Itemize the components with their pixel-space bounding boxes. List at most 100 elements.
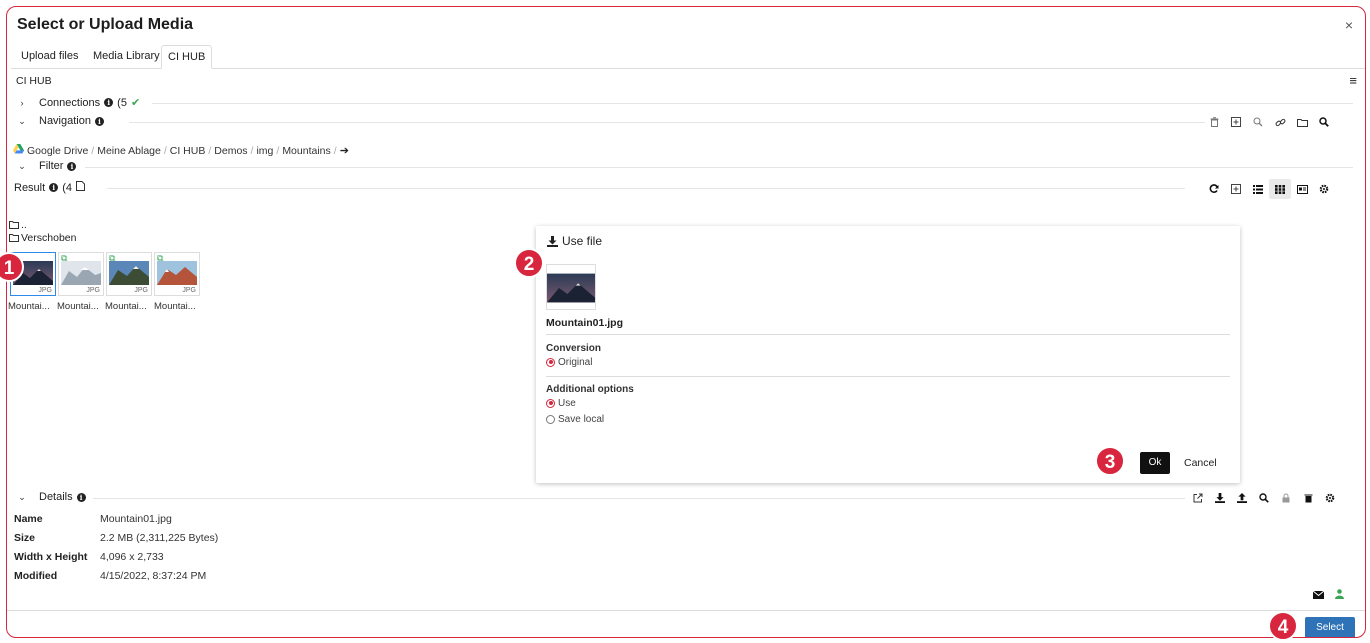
file-name: Mountain01.jpg [546, 317, 623, 329]
chevron-down-icon: ⌄ [18, 160, 26, 171]
cihub-heading: CI HUB [16, 75, 52, 87]
trash-icon[interactable] [1203, 112, 1225, 132]
trash-icon[interactable] [1297, 488, 1319, 508]
divider [85, 167, 1353, 168]
navigation-section[interactable]: ⌄ Navigation i [17, 115, 104, 127]
ok-button[interactable]: Ok [1140, 452, 1170, 474]
details-label: Details [39, 491, 73, 503]
chevron-down-icon: ⌄ [18, 115, 26, 126]
card-view-icon[interactable] [1291, 179, 1313, 199]
radio-selected-icon [546, 357, 555, 367]
info-icon: i [76, 492, 86, 502]
dialog-header: Use file [547, 234, 602, 248]
dialog-title: Select or Upload Media [17, 16, 194, 33]
zoom-in-icon[interactable] [1253, 488, 1275, 508]
upload-icon[interactable] [1231, 488, 1253, 508]
list-view-icon[interactable] [1247, 179, 1269, 199]
close-icon[interactable]: × [1345, 17, 1353, 33]
filter-label: Filter [39, 160, 64, 172]
tab-ci-hub[interactable]: CI HUB [161, 45, 213, 69]
folder-icon [9, 221, 19, 229]
file-type-label: JPG [86, 287, 100, 294]
hamburger-menu-icon[interactable]: ≡ [1349, 73, 1357, 88]
lock-icon[interactable] [1275, 488, 1297, 508]
info-icon: i [49, 183, 59, 192]
search-icon[interactable] [1313, 112, 1335, 132]
thumbnail-label: Mountai... [57, 301, 99, 312]
chevron-down-icon: ⌄ [18, 491, 26, 502]
details-toolbar [1187, 488, 1341, 508]
breadcrumb-separator: / [333, 144, 337, 157]
add-box-icon[interactable] [1225, 112, 1247, 132]
folder-item[interactable]: .. [9, 219, 27, 231]
use-radio[interactable]: Use [546, 398, 576, 409]
result-section: Result i (4 [14, 181, 85, 194]
radio-unselected-icon [546, 414, 555, 424]
mountain-image [547, 273, 595, 303]
download-icon[interactable] [1209, 488, 1231, 508]
breadcrumb-item[interactable]: Google Drive [27, 145, 88, 157]
user-icon[interactable] [1335, 589, 1344, 602]
result-count: (4 [62, 181, 72, 194]
file-preview [546, 264, 596, 310]
conversion-label: Conversion [546, 343, 602, 354]
tab-media-library[interactable]: Media Library [87, 45, 166, 69]
divider [93, 498, 1185, 499]
zoom-icon[interactable] [1247, 112, 1269, 132]
arrow-right-icon[interactable]: ➔ [340, 144, 349, 157]
tab-upload-files[interactable]: Upload files [15, 45, 84, 69]
details-section[interactable]: ⌄ Details i [17, 491, 86, 503]
mountain-image [109, 261, 149, 285]
check-icon: ✔ [130, 97, 141, 109]
media-thumbnail[interactable]: ⧉ JPG [154, 252, 200, 296]
gear-icon[interactable] [1313, 179, 1335, 199]
gear-icon[interactable] [1319, 488, 1341, 508]
conversion-original-radio[interactable]: Original [546, 357, 592, 368]
radio-label: Original [558, 357, 593, 368]
connections-section[interactable]: › Connections i (5 ✔ [17, 96, 141, 110]
refresh-icon[interactable] [1203, 179, 1225, 199]
mountain-image [61, 261, 101, 285]
google-drive-icon [13, 144, 24, 157]
breadcrumb-separator: / [163, 144, 167, 157]
connections-count: (5 [117, 96, 127, 109]
file-type-label: JPG [38, 287, 52, 294]
media-thumbnail[interactable]: ⧉ JPG [106, 252, 152, 296]
external-link-icon[interactable] [1187, 488, 1209, 508]
breadcrumb-separator: / [91, 144, 95, 157]
filter-section[interactable]: ⌄ Filter i [17, 160, 77, 172]
media-thumbnail[interactable]: ⧉ JPG [58, 252, 104, 296]
file-type-label: JPG [182, 287, 196, 294]
callout-badge: 3 [1095, 446, 1125, 476]
breadcrumb-item[interactable]: Meine Ablage [97, 145, 161, 157]
breadcrumb-item[interactable]: CI HUB [170, 145, 206, 157]
grid-view-icon[interactable] [1269, 179, 1291, 199]
save-local-radio[interactable]: Save local [546, 414, 604, 425]
thumbnail-label: Mountai... [105, 301, 147, 312]
mountain-image [157, 261, 197, 285]
folder-icon [9, 234, 19, 242]
breadcrumb: Google Drive / Meine Ablage / CI HUB / D… [13, 144, 349, 157]
link-icon[interactable] [1269, 112, 1291, 132]
details-value: 4/15/2022, 8:37:24 PM [100, 569, 207, 582]
select-button[interactable]: Select [1305, 617, 1355, 637]
add-box-icon[interactable] [1225, 179, 1247, 199]
folder-icon[interactable] [1291, 112, 1313, 132]
callout-badge: 4 [1268, 611, 1298, 641]
details-row: Modified 4/15/2022, 8:37:24 PM [14, 566, 218, 585]
info-icon: i [94, 116, 104, 126]
details-row: Width x Height 4,096 x 2,733 [14, 547, 218, 566]
cancel-button[interactable]: Cancel [1184, 457, 1217, 469]
breadcrumb-separator: / [276, 144, 280, 157]
details-row: Size 2.2 MB (2,311,225 Bytes) [14, 528, 218, 547]
media-dialog-frame: Select or Upload Media × Upload files Me… [6, 6, 1366, 638]
breadcrumb-item[interactable]: Mountains [282, 145, 330, 157]
divider [129, 122, 1205, 123]
envelope-icon[interactable] [1312, 590, 1325, 602]
details-key: Size [14, 531, 36, 544]
folder-item[interactable]: Verschoben [9, 232, 76, 244]
breadcrumb-item[interactable]: img [256, 145, 273, 157]
breadcrumb-item[interactable]: Demos [214, 145, 247, 157]
details-row: Name Mountain01.jpg [14, 509, 218, 528]
result-toolbar [1203, 179, 1335, 199]
